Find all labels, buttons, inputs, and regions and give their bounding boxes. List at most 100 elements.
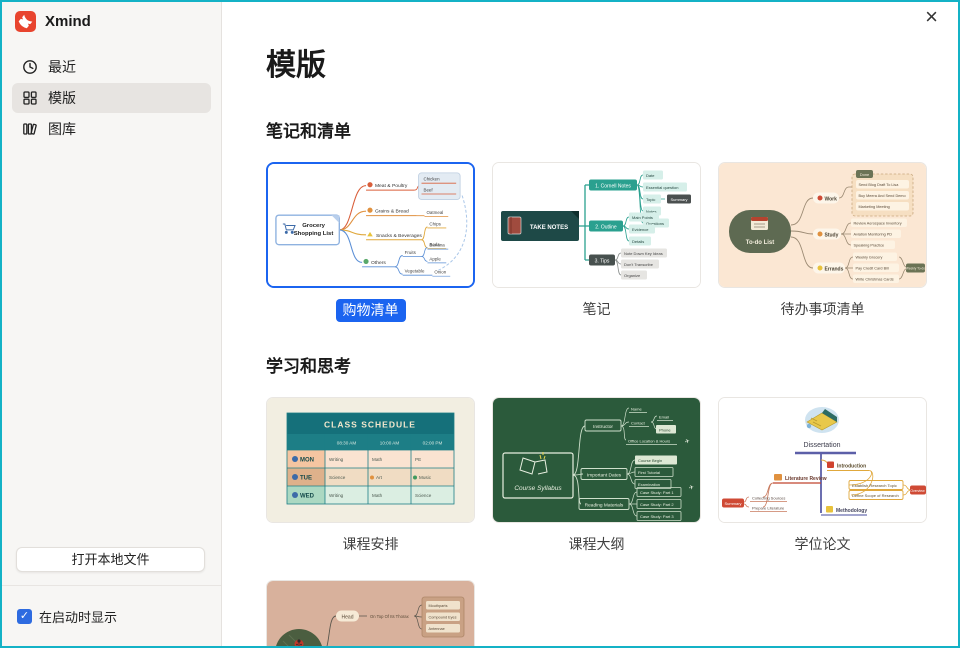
preview-node: MON <box>300 458 314 464</box>
preview-node: Introduction <box>837 464 866 470</box>
preview-node: Science <box>329 475 346 480</box>
preview-node: Overview <box>910 489 925 493</box>
template-label-shopping-list: 购物清单 <box>336 299 406 322</box>
preview-node: Don't Transcribe <box>624 262 654 267</box>
template-label-course-syllabus: 课程大纲 <box>569 536 625 552</box>
sidebar-item-recent[interactable]: 最近 <box>12 52 211 82</box>
xmind-logo-icon <box>15 11 36 32</box>
preview-node: Date <box>646 173 655 178</box>
template-card-shopping-list[interactable]: Grocery Shopping List Meat & Poultry Chi… <box>266 162 475 320</box>
template-row-3: Ladybug Head On Top Of Its Thorax Mouthp… <box>266 580 958 648</box>
preview-node: Beef <box>423 188 433 193</box>
preview-node: Aviation Monitoring PD <box>854 233 893 237</box>
preview-node: 2. Outline <box>595 225 617 231</box>
template-card-ladybug[interactable]: Ladybug Head On Top Of Its Thorax Mouthp… <box>266 580 475 648</box>
page-title: 模版 <box>266 40 958 84</box>
preview-node: Dissertation <box>804 442 841 449</box>
clock-icon <box>22 59 38 75</box>
template-row-1: Grocery Shopping List Meat & Poultry Chi… <box>266 162 958 320</box>
preview-node: 10:00 AM <box>380 441 400 446</box>
app-header: Xmind <box>2 2 221 32</box>
preview-node: Grocery <box>302 223 325 229</box>
preview-node: 1. Cornell Notes <box>595 184 631 190</box>
show-at-startup-checkbox[interactable]: ✓ <box>17 609 32 624</box>
sidebar-item-templates[interactable]: 模版 <box>12 83 211 113</box>
sidebar-item-label: 模版 <box>48 88 76 108</box>
template-thumbnail-notes: TAKE NOTES 1. Cornell Notes Date <box>492 162 701 288</box>
template-label-notes: 笔记 <box>583 301 611 317</box>
preview-node: Define Scope of Research <box>852 493 899 498</box>
template-card-course-syllabus[interactable]: Course Syllabus Instructor Name <box>492 397 701 555</box>
preview-node: Chicken <box>423 177 440 182</box>
sidebar-item-library[interactable]: 图库 <box>12 114 211 144</box>
preview-node: Literature Review <box>785 476 827 482</box>
template-card-class-schedule[interactable]: CLASS SCHEDULE 08:30 AM 10:00 AM 02:00 P… <box>266 397 475 555</box>
preview-node: Case Study: Part 3 <box>640 514 674 519</box>
show-at-startup-label: 在启动时显示 <box>39 607 117 626</box>
template-thumbnail-ladybug: Ladybug Head On Top Of Its Thorax Mouthp… <box>266 580 475 648</box>
preview-node: Apple <box>429 256 441 261</box>
preview-node: TAKE NOTES <box>530 225 568 231</box>
preview-node: Topic <box>646 197 655 202</box>
preview-node: Chips <box>429 222 441 227</box>
preview-node: Main Points <box>632 215 653 220</box>
preview-node: Speaking Practice <box>854 244 885 248</box>
preview-node: Math <box>372 493 383 498</box>
preview-node: Send Blog Draft To Lisa <box>859 183 900 187</box>
preview-node: Details <box>632 239 644 244</box>
template-thumbnail-shopping-list: Grocery Shopping List Meat & Poultry Chi… <box>266 162 475 288</box>
preview-node: Work <box>825 197 838 203</box>
preview-node: Weekly To-do <box>906 267 925 271</box>
preview-node: Art <box>376 475 383 480</box>
preview-node: Shopping List <box>294 231 334 237</box>
template-card-todo-list[interactable]: To-do List Work Done Send Blog Draft To … <box>718 162 927 320</box>
preview-node: Weekly Grocery <box>856 256 883 260</box>
preview-node: Reading Materials <box>585 503 624 509</box>
template-row-2: CLASS SCHEDULE 08:30 AM 10:00 AM 02:00 P… <box>266 397 958 555</box>
preview-node: Writing <box>329 457 344 462</box>
preview-node: Examination <box>638 482 660 487</box>
template-thumbnail-class-schedule: CLASS SCHEDULE 08:30 AM 10:00 AM 02:00 P… <box>266 397 475 523</box>
template-card-dissertation[interactable]: Dissertation Literature Review Collectin… <box>718 397 927 555</box>
section-title-notes-lists: 笔记和清单 <box>266 117 958 142</box>
preview-node: Case Study: Part 2 <box>640 502 674 507</box>
template-label-todo-list: 待办事项清单 <box>781 301 865 317</box>
template-card-notes[interactable]: TAKE NOTES 1. Cornell Notes Date <box>492 162 701 320</box>
sidebar: Xmind 最近 模版 <box>2 2 222 646</box>
preview-node: Snacks & Beverages <box>376 233 422 239</box>
preview-node: Prepare Literature <box>752 506 785 511</box>
preview-node: Phone <box>659 428 671 433</box>
template-thumbnail-course-syllabus: Course Syllabus Instructor Name <box>492 397 701 523</box>
preview-node: Banana <box>429 243 445 248</box>
preview-node: Organize <box>624 273 641 278</box>
preview-node: Summary <box>724 501 741 506</box>
section-title-study-thinking: 学习和思考 <box>266 352 958 377</box>
sidebar-item-label: 最近 <box>48 57 76 77</box>
preview-node: Establish Research Topic <box>852 483 897 488</box>
preview-node: PE <box>415 457 421 462</box>
preview-node: 3. Tips <box>595 259 610 265</box>
preview-node: Done <box>860 172 870 177</box>
preview-node: Music <box>419 475 432 480</box>
preview-node: 02:00 PM <box>423 441 443 446</box>
preview-node: Head <box>342 615 354 621</box>
preview-node: Antennae <box>429 627 445 631</box>
preview-node: Grains & Bread <box>375 209 409 215</box>
preview-node: Oatmeal <box>426 210 443 215</box>
preview-node: Mouthparts <box>429 604 448 608</box>
preview-node: Compound Eyes <box>429 616 457 620</box>
preview-node: Evidence <box>632 227 649 232</box>
preview-node: Name <box>631 407 642 412</box>
sidebar-nav: 最近 模版 <box>2 52 221 144</box>
preview-node: Office Location & Hours <box>628 439 670 444</box>
preview-node: Fruits <box>405 250 417 255</box>
preview-node: 08:30 AM <box>337 441 357 446</box>
template-thumbnail-todo-list: To-do List Work Done Send Blog Draft To … <box>718 162 927 288</box>
preview-node: Essential question <box>646 185 678 190</box>
preview-node: Onion <box>434 270 446 275</box>
open-local-file-button[interactable]: 打开本地文件 <box>16 547 205 572</box>
close-icon[interactable]: × <box>925 6 938 28</box>
preview-node: Marketing Meeting <box>859 205 890 209</box>
library-icon <box>22 121 38 137</box>
preview-node: Study <box>825 233 839 239</box>
